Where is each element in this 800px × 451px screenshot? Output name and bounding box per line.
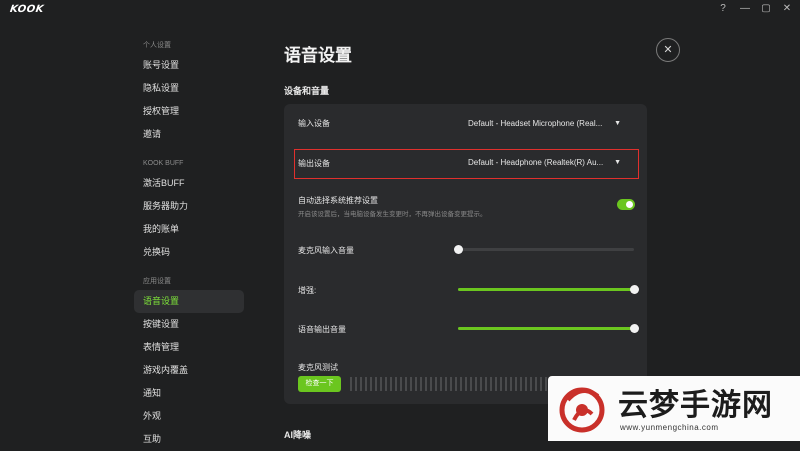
watermark-title: 云梦手游网 [618,388,773,423]
meter-tick [455,377,457,391]
sidebar-item-emoji[interactable]: 表情管理 [134,336,244,359]
section-devices-title: 设备和音量 [284,86,330,96]
meter-tick [495,377,497,391]
sidebar-item-my-bills[interactable]: 我的账单 [134,218,244,241]
title-bar: KOOK ? — ▢ ✕ [0,0,800,18]
watermark-url: www.yunmengchina.com [620,423,719,432]
meter-tick [545,377,547,391]
sidebar-section-buff: KOOK BUFF [143,160,184,167]
slider-thumb[interactable] [630,285,639,294]
meter-tick [365,377,367,391]
sidebar-item-appearance[interactable]: 外观 [134,405,244,428]
sidebar-item-help[interactable]: 互助 [134,428,244,451]
auto-select-label: 自动选择系统推荐设置 [298,196,378,205]
meter-tick [490,377,492,391]
settings-sidebar: 个人设置 账号设置 隐私设置 授权管理 邀请 KOOK BUFF 激活BUFF … [134,38,249,451]
slider-fill [458,288,634,291]
kook-logo: KOOK [9,4,45,15]
auto-select-description: 开启该设置后，当电脑设备发生变更时，不再弹出设备变更提示。 [298,211,487,218]
meter-tick [470,377,472,391]
minimize-icon[interactable]: — [738,3,752,14]
meter-tick [515,377,517,391]
meter-tick [355,377,357,391]
output-volume-label: 语音输出音量 [298,325,346,334]
meter-tick [460,377,462,391]
auto-select-toggle[interactable] [617,199,635,210]
meter-tick [415,377,417,391]
meter-tick [465,377,467,391]
meter-tick [435,377,437,391]
sidebar-item-authorization[interactable]: 授权管理 [134,100,244,123]
page-title: 语音设置 [284,46,352,65]
sidebar-item-voice-settings[interactable]: 语音设置 [134,290,244,313]
meter-tick [400,377,402,391]
close-icon[interactable]: ✕ [656,38,680,62]
mic-test-button[interactable]: 检查一下 [298,376,341,392]
slider-thumb[interactable] [454,245,463,254]
meter-tick [485,377,487,391]
meter-tick [405,377,407,391]
output-volume-slider[interactable] [458,324,639,333]
sidebar-item-server-boost[interactable]: 服务器助力 [134,195,244,218]
mic-volume-label: 麦克风输入音量 [298,246,354,255]
slider-fill [458,327,634,330]
meter-tick [535,377,537,391]
sidebar-item-notifications[interactable]: 通知 [134,382,244,405]
meter-tick [445,377,447,391]
output-device-select[interactable]: Default - Headphone (Realtek(R) Au... ▼ [460,152,630,173]
meter-tick [505,377,507,391]
meter-tick [540,377,542,391]
toggle-knob [626,201,633,208]
gain-label: 增强: [298,286,317,295]
chevron-down-icon: ▼ [614,159,621,166]
sidebar-item-invite[interactable]: 邀请 [134,123,244,146]
meter-tick [370,377,372,391]
meter-tick [475,377,477,391]
slider-thumb[interactable] [630,324,639,333]
mic-volume-slider[interactable] [454,245,634,254]
meter-tick [525,377,527,391]
mic-level-meter [350,377,550,391]
meter-tick [350,377,352,391]
watermark-banner: 云梦手游网 www.yunmengchina.com [548,376,800,441]
sidebar-section-app: 应用设置 [143,278,171,285]
meter-tick [450,377,452,391]
chevron-down-icon: ▼ [614,120,621,127]
meter-tick [510,377,512,391]
input-device-value: Default - Headset Microphone (Real... [468,119,603,128]
output-device-value: Default - Headphone (Realtek(R) Au... [468,158,604,167]
meter-tick [395,377,397,391]
section-ai-title: AI降噪 [284,430,312,440]
meter-tick [425,377,427,391]
meter-tick [520,377,522,391]
input-device-select[interactable]: Default - Headset Microphone (Real... ▼ [460,113,630,134]
maximize-icon[interactable]: ▢ [759,3,773,14]
meter-tick [375,377,377,391]
meter-tick [530,377,532,391]
sidebar-item-redeem-code[interactable]: 兑换码 [134,241,244,264]
meter-tick [380,377,382,391]
input-device-label: 输入设备 [298,119,330,128]
meter-tick [390,377,392,391]
help-icon[interactable]: ? [716,3,730,14]
gain-slider[interactable] [458,285,639,294]
meter-tick [480,377,482,391]
sidebar-item-overlay[interactable]: 游戏内覆盖 [134,359,244,382]
mic-test-label: 麦克风测试 [298,363,338,372]
sidebar-item-keybinds[interactable]: 按键设置 [134,313,244,336]
output-device-label: 输出设备 [298,159,330,168]
sidebar-item-account[interactable]: 账号设置 [134,54,244,77]
meter-tick [420,377,422,391]
meter-tick [440,377,442,391]
sidebar-section-personal: 个人设置 [143,42,171,49]
meter-tick [360,377,362,391]
meter-tick [385,377,387,391]
sidebar-item-activate-buff[interactable]: 激活BUFF [134,172,244,195]
meter-tick [430,377,432,391]
watermark-logo-icon [559,387,605,433]
sidebar-item-privacy[interactable]: 隐私设置 [134,77,244,100]
meter-tick [500,377,502,391]
close-window-icon[interactable]: ✕ [780,3,794,14]
meter-tick [410,377,412,391]
